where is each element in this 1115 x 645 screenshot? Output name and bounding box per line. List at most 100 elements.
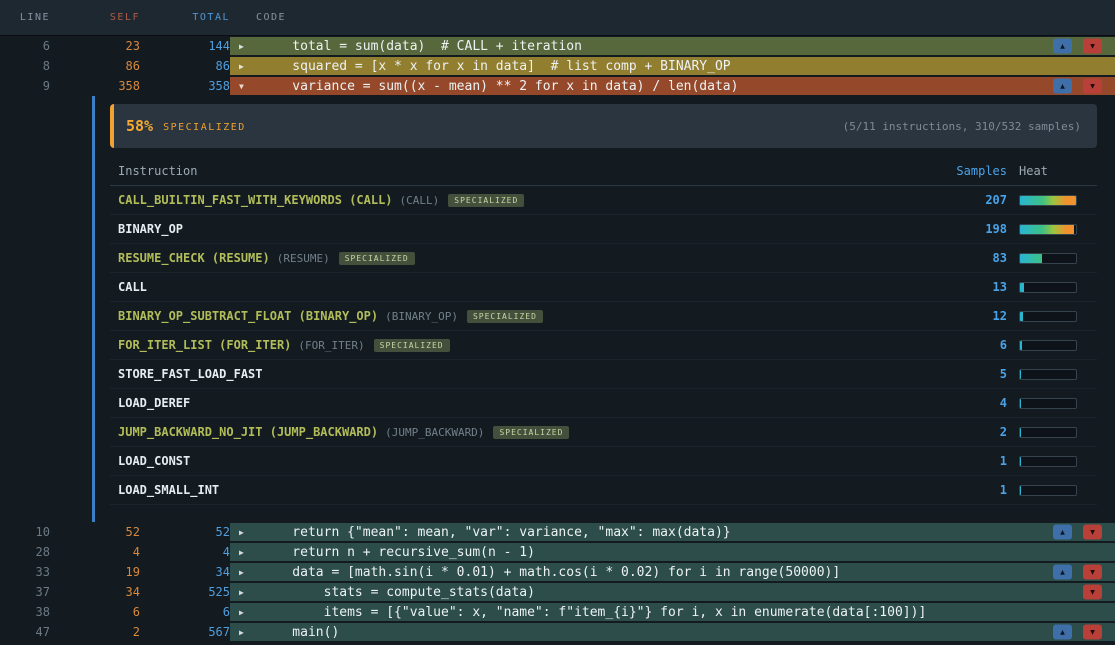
instruction-heat-cell [1007, 224, 1097, 235]
instruction-name: LOAD_CONST [118, 454, 190, 468]
move-down-button[interactable]: ▼ [1083, 79, 1102, 94]
move-down-button[interactable]: ▼ [1083, 565, 1102, 580]
move-up-button[interactable]: ▲ [1053, 79, 1072, 94]
total-samples: 567 [140, 622, 230, 642]
expand-toggle-icon[interactable]: ▶ [239, 42, 261, 51]
code-text: return {"mean": mean, "var": variance, "… [261, 525, 731, 540]
code-heat-band[interactable]: ▶ main()▲▼ [230, 623, 1115, 641]
column-header-total: TOTAL [140, 12, 230, 23]
instruction-name: STORE_FAST_LOAD_FAST [118, 367, 263, 381]
detail-gutter [0, 96, 92, 522]
code-heat-band[interactable]: ▼ variance = sum((x - mean) ** 2 for x i… [230, 77, 1115, 95]
self-samples: 6 [50, 602, 140, 622]
code-heat-band[interactable]: ▶ return {"mean": mean, "var": variance,… [230, 523, 1115, 541]
specialization-summary: (5/11 instructions, 310/532 samples) [843, 120, 1081, 133]
code-row-line-38: 3866▶ items = [{"value": x, "name": f"it… [0, 602, 1115, 622]
column-header-samples: Samples [917, 164, 1007, 178]
code-heat-band[interactable]: ▶ return n + recursive_sum(n - 1) [230, 543, 1115, 561]
specialization-banner: 58% SPECIALIZED (5/11 instructions, 310/… [110, 104, 1097, 148]
instruction-row: RESUME_CHECK (RESUME)(RESUME)SPECIALIZED… [110, 244, 1097, 273]
specialized-label: SPECIALIZED [163, 120, 246, 133]
self-samples: 2 [50, 622, 140, 642]
code-heat-band[interactable]: ▶ squared = [x * x for x in data] # list… [230, 57, 1115, 75]
code-rows-below: 105252▶ return {"mean": mean, "var": var… [0, 522, 1115, 642]
code-row-line-33: 331934▶ data = [math.sin(i * 0.01) + mat… [0, 562, 1115, 582]
instruction-name-cell: LOAD_SMALL_INT [110, 483, 917, 497]
code-rows-above: 623144▶ total = sum(data) # CALL + itera… [0, 36, 1115, 96]
total-samples: 6 [140, 602, 230, 622]
instruction-row: BINARY_OP198 [110, 215, 1097, 244]
move-up-button[interactable]: ▲ [1053, 525, 1072, 540]
expand-toggle-icon[interactable]: ▶ [239, 628, 261, 637]
line-number: 38 [0, 602, 50, 622]
self-samples: 358 [50, 76, 140, 96]
move-down-button[interactable]: ▼ [1083, 39, 1102, 54]
column-header-line: LINE [0, 12, 50, 23]
profiler-window: LINE SELF TOTAL CODE 623144▶ total = sum… [0, 0, 1115, 642]
expand-toggle-icon[interactable]: ▶ [239, 608, 261, 617]
expand-toggle-icon[interactable]: ▶ [239, 62, 261, 71]
move-down-button[interactable]: ▼ [1083, 585, 1102, 600]
move-down-button[interactable]: ▼ [1083, 625, 1102, 640]
instruction-name: JUMP_BACKWARD_NO_JIT (JUMP_BACKWARD) [118, 425, 378, 439]
instruction-name: CALL [118, 280, 147, 294]
instruction-samples: 13 [917, 280, 1007, 294]
table-header: LINE SELF TOTAL CODE [0, 0, 1115, 36]
instruction-heat-cell [1007, 369, 1097, 380]
move-up-button[interactable]: ▲ [1053, 565, 1072, 580]
heat-bar-track [1019, 456, 1077, 467]
instruction-base-name: (FOR_ITER) [298, 339, 364, 352]
heat-bar-track [1019, 224, 1077, 235]
heat-bar-track [1019, 398, 1077, 409]
row-move-buttons: ▲▼ [1053, 39, 1102, 54]
instruction-name-cell: CALL [110, 280, 917, 294]
line-number: 33 [0, 562, 50, 582]
expand-toggle-icon[interactable]: ▶ [239, 568, 261, 577]
column-header-self: SELF [50, 12, 140, 23]
specialized-badge: SPECIALIZED [493, 426, 569, 439]
detail-panel: 58% SPECIALIZED (5/11 instructions, 310/… [0, 96, 1115, 522]
code-heat-band[interactable]: ▶ items = [{"value": x, "name": f"item_{… [230, 603, 1115, 621]
column-header-instruction: Instruction [110, 164, 917, 178]
heat-bar-track [1019, 311, 1077, 322]
instruction-samples: 1 [917, 483, 1007, 497]
code-row-line-10: 105252▶ return {"mean": mean, "var": var… [0, 522, 1115, 542]
code-heat-band[interactable]: ▶ data = [math.sin(i * 0.01) + math.cos(… [230, 563, 1115, 581]
line-number: 28 [0, 542, 50, 562]
instruction-heat-cell [1007, 427, 1097, 438]
specialized-badge: SPECIALIZED [467, 310, 543, 323]
code-heat-band[interactable]: ▶ total = sum(data) # CALL + iteration▲▼ [230, 37, 1115, 55]
self-samples: 52 [50, 522, 140, 542]
instruction-name-cell: BINARY_OP_SUBTRACT_FLOAT (BINARY_OP)(BIN… [110, 309, 917, 323]
instruction-samples: 6 [917, 338, 1007, 352]
collapse-toggle-icon[interactable]: ▼ [239, 82, 261, 91]
expand-toggle-icon[interactable]: ▶ [239, 528, 261, 537]
self-samples: 23 [50, 36, 140, 56]
code-heat-band[interactable]: ▶ stats = compute_stats(data)▼ [230, 583, 1115, 601]
self-samples: 34 [50, 582, 140, 602]
instruction-base-name: (CALL) [400, 194, 440, 207]
code-text: main() [261, 625, 339, 640]
heat-bar-fill [1020, 283, 1024, 292]
instruction-name-cell: FOR_ITER_LIST (FOR_ITER)(FOR_ITER)SPECIA… [110, 338, 917, 352]
row-move-buttons: ▲▼ [1053, 79, 1102, 94]
move-down-button[interactable]: ▼ [1083, 525, 1102, 540]
move-up-button[interactable]: ▲ [1053, 625, 1072, 640]
instruction-base-name: (JUMP_BACKWARD) [385, 426, 484, 439]
column-header-heat: Heat [1007, 164, 1097, 178]
heat-bar-fill [1020, 254, 1042, 263]
specialized-badge: SPECIALIZED [339, 252, 415, 265]
total-samples: 525 [140, 582, 230, 602]
instruction-samples: 83 [917, 251, 1007, 265]
code-row-line-37: 3734525▶ stats = compute_stats(data)▼ [0, 582, 1115, 602]
code-row-line-8: 88686▶ squared = [x * x for x in data] #… [0, 56, 1115, 76]
instruction-heat-cell [1007, 282, 1097, 293]
column-header-code: CODE [230, 12, 286, 23]
row-move-buttons: ▲▼ [1053, 625, 1102, 640]
row-move-buttons: ▼ [1083, 585, 1102, 600]
move-up-button[interactable]: ▲ [1053, 39, 1072, 54]
self-samples: 19 [50, 562, 140, 582]
expand-toggle-icon[interactable]: ▶ [239, 548, 261, 557]
expand-toggle-icon[interactable]: ▶ [239, 588, 261, 597]
instruction-name-cell: LOAD_CONST [110, 454, 917, 468]
